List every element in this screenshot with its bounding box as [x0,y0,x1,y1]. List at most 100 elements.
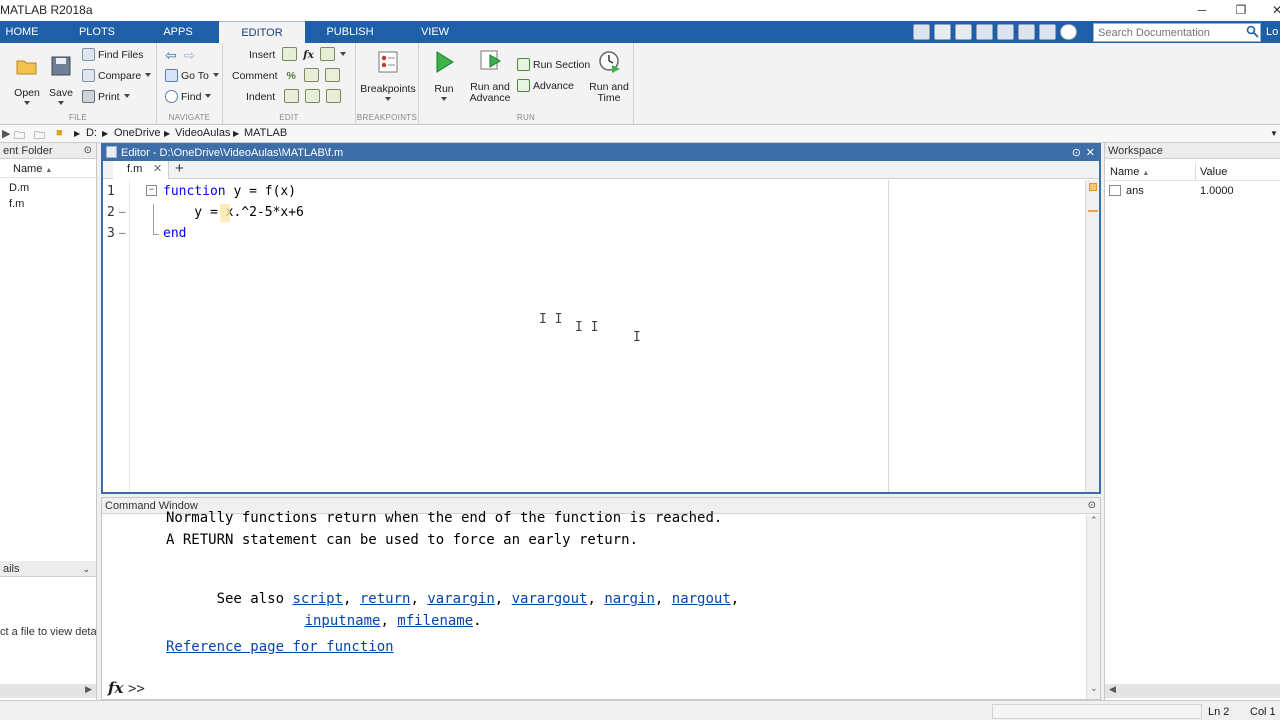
command-output[interactable]: Normally functions return when the end o… [102,510,1086,698]
reference-page-link[interactable]: Reference page for function [166,639,394,655]
address-dropdown-icon[interactable]: ▼ [1270,129,1278,138]
column-header-name[interactable]: Name ▲ [1110,163,1149,183]
back-icon[interactable]: ▶ [2,127,10,140]
chevron-down-icon[interactable]: ⌄ [82,561,90,577]
insert-section-icon[interactable] [282,47,298,61]
link-nargout[interactable]: nargout [672,591,731,607]
comment-percent-icon[interactable]: % [286,70,295,82]
search-documentation-input[interactable] [1093,23,1261,42]
decrease-indent-icon[interactable] [325,89,341,103]
link-nargin[interactable]: nargin [604,591,655,607]
line-marker-dash[interactable]: — [119,226,126,239]
horizontal-scrollbar[interactable]: ◀ [1105,684,1280,698]
find-files-button[interactable]: Find Files [82,47,144,63]
workspace-variable-row[interactable]: ans 1.0000 [1105,183,1280,199]
go-to-button[interactable]: Go To [165,68,219,84]
panel-actions-icon[interactable]: ⊙ [84,143,92,159]
tab-editor[interactable]: EDITOR [219,21,305,43]
run-section-button[interactable]: Run Section [517,57,590,73]
scroll-left-icon[interactable]: ◀ [1109,684,1116,695]
breadcrumb-matlab[interactable]: MATLAB [244,127,287,139]
panel-actions-icon[interactable]: ⊙ [1088,498,1096,514]
column-header-name[interactable]: Name ▲ [0,160,96,178]
smart-indent-icon[interactable] [284,89,300,103]
switch-windows-icon[interactable] [1039,24,1056,40]
breadcrumb-onedrive[interactable]: OneDrive [114,127,160,139]
save-button[interactable]: Save [46,53,76,110]
link-inputname[interactable]: inputname [305,613,381,629]
breakpoints-button[interactable]: Breakpoints [360,49,416,106]
line-marker-dash[interactable]: — [119,205,126,218]
editor-actions-icon[interactable]: ⊙ [1072,145,1081,161]
cursor-column: Col 1 [1250,706,1276,718]
indent-button[interactable]: Indent [246,89,344,105]
restore-button[interactable]: ❐ [1226,1,1256,19]
tab-publish[interactable]: PUBLISH [310,21,390,43]
current-folder-address-bar[interactable]: ▶ 🗀 🗀 ■ ▶ D: ▶ OneDrive ▶ VideoAulas ▶ M… [0,125,1280,143]
redo-icon[interactable] [1018,24,1035,40]
code-area[interactable]: 1 − function y = f(x) 2 — y = x.^2-5*x+6… [103,180,1099,492]
tab-plots[interactable]: PLOTS [66,21,128,43]
open-button[interactable]: Open [12,53,42,110]
run-button[interactable]: Run [427,49,461,106]
save-all-icon[interactable] [913,24,930,40]
breadcrumb-videoaulas[interactable]: VideoAulas [175,127,230,139]
ribbon: Open Save Find Files Compare Print FILE … [0,43,1280,125]
minimize-button[interactable]: ─ [1187,1,1217,19]
fx-icon[interactable]: fx [303,49,314,61]
command-window-scrollbar[interactable]: ⌃ ⌄ [1086,515,1100,699]
advance-button[interactable]: Advance [517,78,574,94]
insert-function-icon[interactable] [319,47,335,61]
file-item[interactable]: D.m [0,180,96,196]
uncomment-icon[interactable] [324,68,340,82]
scroll-up-icon[interactable]: ⌃ [1090,515,1098,526]
scroll-right-icon[interactable]: ▶ [85,684,92,695]
run-and-advance-button[interactable]: Run and Advance [467,47,513,104]
paste-icon[interactable] [976,24,993,40]
fx-icon[interactable]: fx [108,679,123,697]
link-mfilename[interactable]: mfilename [397,613,473,629]
comment-button[interactable]: Comment % [232,68,343,84]
run-group-label: RUN [516,113,536,122]
login-button[interactable]: Lo [1266,21,1278,43]
close-button[interactable]: ✕ [1262,1,1280,19]
help-icon[interactable] [1060,24,1077,40]
editor-tab-f-m[interactable]: f.m ✕ [113,161,169,179]
scroll-down-icon[interactable]: ⌄ [1090,683,1098,694]
print-button[interactable]: Print [82,89,130,105]
warning-marker[interactable] [1088,210,1098,212]
back-forward-buttons[interactable]: ⇦ ⇨ [165,47,195,63]
code-line: function y = f(x) [163,184,297,199]
comment-wrap-icon[interactable] [303,68,319,82]
message-indicator-icon[interactable] [1089,183,1097,191]
search-icon[interactable] [1246,25,1259,38]
breadcrumb-drive[interactable]: D: [86,127,97,139]
undo-icon[interactable] [997,24,1014,40]
find-button[interactable]: Find [165,89,212,105]
variable-name: ans [1126,185,1144,197]
run-and-time-button[interactable]: Run and Time [587,47,631,104]
new-tab-icon[interactable]: + [175,160,184,177]
link-varargout[interactable]: varargout [512,591,588,607]
tab-home[interactable]: HOME [0,21,44,43]
back-arrow-icon[interactable]: ⇦ [165,47,177,63]
editor-scrollbar[interactable] [1085,180,1099,492]
tab-apps[interactable]: APPS [148,21,208,43]
copy-icon[interactable] [955,24,972,40]
horizontal-scrollbar[interactable]: ▶ [0,684,96,698]
fold-icon[interactable]: − [146,185,157,196]
tab-view[interactable]: VIEW [400,21,470,43]
column-header-value[interactable]: Value [1200,163,1227,181]
insert-button[interactable]: Insert fx [249,47,346,63]
run-and-time-icon [599,51,620,73]
increase-indent-icon[interactable] [305,89,321,103]
cut-icon[interactable] [934,24,951,40]
forward-arrow-icon[interactable]: ⇨ [184,47,196,63]
go-to-icon [165,69,178,82]
close-tab-icon[interactable]: ✕ [153,161,162,178]
details-header[interactable]: ails ⌄ [0,561,96,577]
breadcrumb-separator-icon: ▶ [233,129,240,138]
compare-button[interactable]: Compare [82,68,152,84]
close-editor-icon[interactable]: ✕ [1086,145,1095,161]
file-item[interactable]: f.m [0,196,96,212]
